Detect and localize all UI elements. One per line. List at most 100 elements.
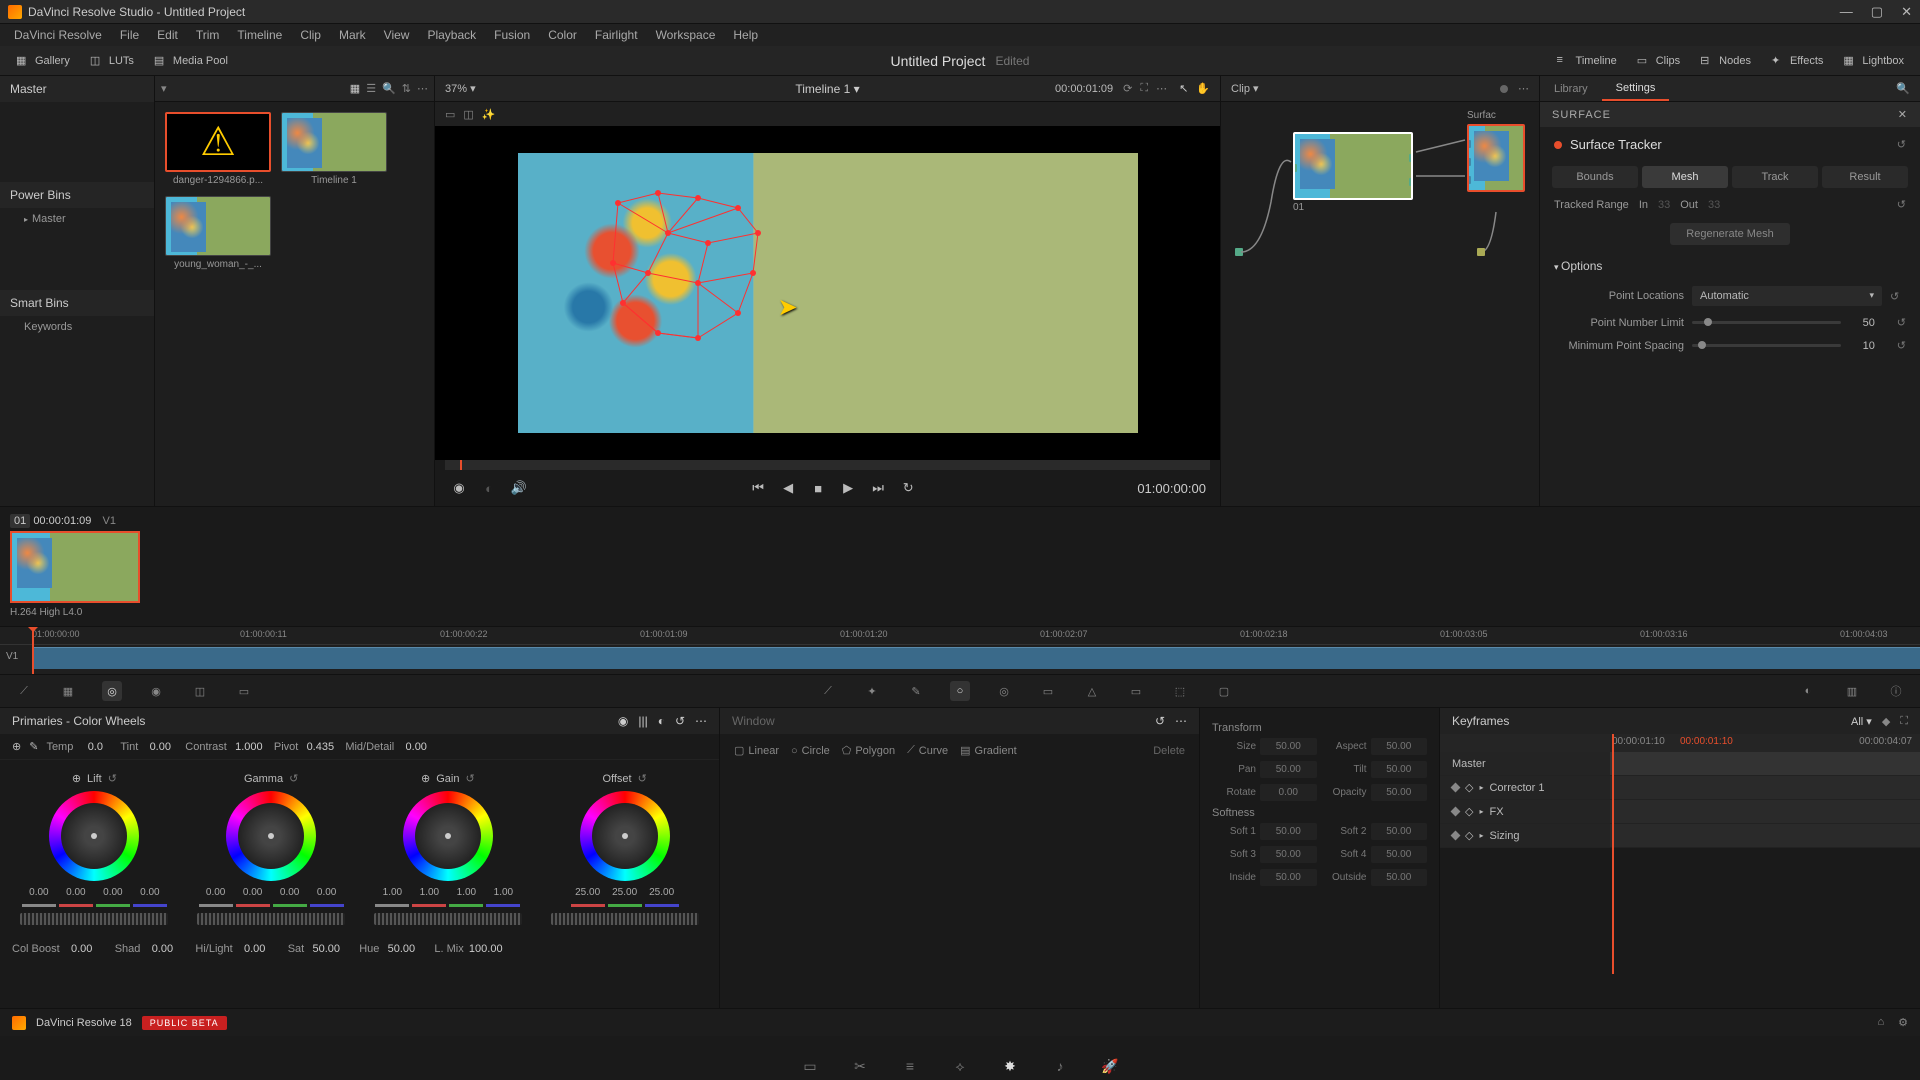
menu-timeline[interactable]: Timeline [229, 26, 290, 44]
viewer-canvas[interactable]: ➤ [435, 126, 1220, 460]
3d-icon[interactable]: ▢ [1214, 681, 1234, 701]
menu-resolve[interactable]: DaVinci Resolve [6, 26, 110, 44]
clips-button[interactable]: ▭Clips [1631, 51, 1686, 71]
highlight-icon[interactable]: ▭ [445, 108, 455, 121]
options-header[interactable]: Options [1540, 251, 1920, 281]
menu-view[interactable]: View [376, 26, 418, 44]
lock-icon[interactable]: ◇ [1465, 805, 1473, 818]
gain-reset-icon[interactable]: ↺ [466, 772, 475, 785]
nodes-button[interactable]: ⊟Nodes [1694, 51, 1757, 71]
middetail-value[interactable]: 0.00 [399, 741, 433, 753]
gamma-wheel[interactable] [226, 791, 316, 881]
stop-button[interactable]: ■ [808, 478, 828, 498]
magic-mask-icon[interactable]: ▭ [1038, 681, 1058, 701]
kf-track-fx[interactable]: ◇▸FX [1440, 800, 1920, 824]
loop-button[interactable]: ↻ [898, 478, 918, 498]
pointer-tool-icon[interactable]: ↖ [1179, 82, 1188, 95]
result-tab[interactable]: Result [1822, 166, 1908, 188]
window-more-icon[interactable]: ⋯ [1175, 714, 1187, 728]
node-surface[interactable] [1467, 124, 1525, 192]
viewer-zoom[interactable]: 37% ▾ [445, 82, 476, 95]
gain-jog[interactable] [374, 913, 522, 925]
kf-marker-icon[interactable]: ◆ [1882, 715, 1890, 728]
powerbins-header[interactable]: Power Bins [0, 182, 154, 208]
min-spacing-value[interactable]: 10 [1849, 340, 1889, 352]
point-limit-slider[interactable] [1692, 321, 1841, 324]
fusion-page-icon[interactable]: ⟡ [950, 1056, 970, 1076]
range-reset-icon[interactable]: ↺ [1897, 198, 1906, 211]
point-locations-reset-icon[interactable]: ↺ [1890, 290, 1906, 303]
powerbins-master[interactable]: ▸Master [0, 208, 154, 230]
soft3-value[interactable]: 50.00 [1260, 846, 1317, 863]
close-icon[interactable]: ✕ [1898, 108, 1908, 121]
play-button[interactable]: ▶ [838, 478, 858, 498]
kf-playhead[interactable] [1612, 734, 1614, 974]
lift-target-icon[interactable]: ⊕ [72, 772, 81, 785]
outside-value[interactable]: 50.00 [1371, 869, 1428, 886]
track-tab[interactable]: Track [1732, 166, 1818, 188]
picker-icon[interactable]: ✎ [29, 740, 38, 753]
wheel-mode-icon[interactable]: ◉ [618, 714, 628, 728]
reset-icon[interactable]: ↺ [1897, 138, 1906, 151]
edit-page-icon[interactable]: ≡ [900, 1056, 920, 1076]
min-spacing-reset-icon[interactable]: ↺ [1897, 339, 1906, 352]
clip-thumbnail[interactable] [10, 531, 140, 603]
menu-trim[interactable]: Trim [188, 26, 228, 44]
window-icon[interactable]: ○ [950, 681, 970, 701]
gamma-reset-icon[interactable]: ↺ [289, 772, 298, 785]
lift-wheel[interactable] [49, 791, 139, 881]
gain-wheel[interactable] [403, 791, 493, 881]
hand-tool-icon[interactable]: ✋ [1196, 82, 1210, 95]
curves2-icon[interactable]: ⟋ [818, 681, 838, 701]
qualifier-icon[interactable]: ▦ [58, 681, 78, 701]
window-reset-icon[interactable]: ↺ [1155, 714, 1165, 728]
menu-edit[interactable]: Edit [149, 26, 186, 44]
split-icon[interactable]: ◫ [463, 108, 473, 121]
lightbox-button[interactable]: ▦Lightbox [1837, 51, 1910, 71]
inside-value[interactable]: 50.00 [1260, 869, 1317, 886]
library-tab[interactable]: Library [1540, 78, 1602, 100]
node-01[interactable]: 01 [1293, 132, 1413, 213]
viewer-more-icon[interactable]: ⋯ [1156, 82, 1167, 95]
expand-icon[interactable]: ⛶ [1140, 82, 1148, 95]
transport-tc[interactable]: 01:00:00:00 [1137, 481, 1206, 496]
reset-all-icon[interactable]: ↺ [675, 714, 685, 728]
kf-track-corrector[interactable]: ◇▸Corrector 1 [1440, 776, 1920, 800]
sort-icon[interactable]: ⇅ [402, 82, 411, 95]
dropdown-icon[interactable]: ▾ [161, 82, 167, 95]
soft1-value[interactable]: 50.00 [1260, 823, 1317, 840]
offset-wheel[interactable] [580, 791, 670, 881]
lock-icon[interactable]: ◇ [1465, 829, 1473, 842]
settings-tab[interactable]: Settings [1602, 77, 1670, 101]
maximize-button[interactable]: ▢ [1871, 4, 1883, 20]
media-page-icon[interactable]: ▭ [800, 1056, 820, 1076]
media-timeline-1[interactable]: Timeline 1 [281, 112, 387, 186]
viewer-title[interactable]: Timeline 1 ▾ [795, 82, 859, 96]
delete-button[interactable]: Delete [1153, 745, 1185, 757]
menu-playback[interactable]: Playback [419, 26, 484, 44]
minimize-button[interactable]: — [1840, 4, 1853, 20]
smartbins-keywords[interactable]: Keywords [0, 316, 154, 338]
sat-value[interactable]: 50.00 [309, 943, 343, 955]
kf-track-sizing[interactable]: ◇▸Sizing [1440, 824, 1920, 848]
luts-button[interactable]: ◫LUTs [84, 51, 140, 71]
media-clip-woman[interactable]: young_woman_-_... [165, 196, 271, 270]
color-page-icon[interactable]: ✸ [1000, 1056, 1020, 1076]
search-icon[interactable]: 🔍 [382, 82, 396, 95]
scopes-icon[interactable]: ◐ [1798, 681, 1818, 701]
point-limit-reset-icon[interactable]: ↺ [1897, 316, 1906, 329]
lift-reset-icon[interactable]: ↺ [108, 772, 117, 785]
bypass-icon[interactable]: ⟳ [1123, 82, 1132, 95]
master-bin[interactable]: Master [0, 76, 154, 102]
prev-clip-button[interactable]: ⏮ [748, 478, 768, 498]
deliver-page-icon[interactable]: 🚀 [1100, 1056, 1120, 1076]
list-view-icon[interactable]: ☰ [366, 82, 376, 95]
point-limit-value[interactable]: 50 [1849, 317, 1889, 329]
timeline-strip[interactable]: V1 01:00:00:00 01:00:00:11 01:00:00:22 0… [0, 626, 1920, 674]
auto-balance-icon[interactable]: ⊕ [12, 740, 21, 753]
fairlight-page-icon[interactable]: ♪ [1050, 1056, 1070, 1076]
unmix-icon[interactable]: ◐ [479, 478, 499, 498]
hue-value[interactable]: 50.00 [384, 943, 418, 955]
node-header-title[interactable]: Clip ▾ [1231, 82, 1259, 95]
step-back-button[interactable]: ◀ [778, 478, 798, 498]
